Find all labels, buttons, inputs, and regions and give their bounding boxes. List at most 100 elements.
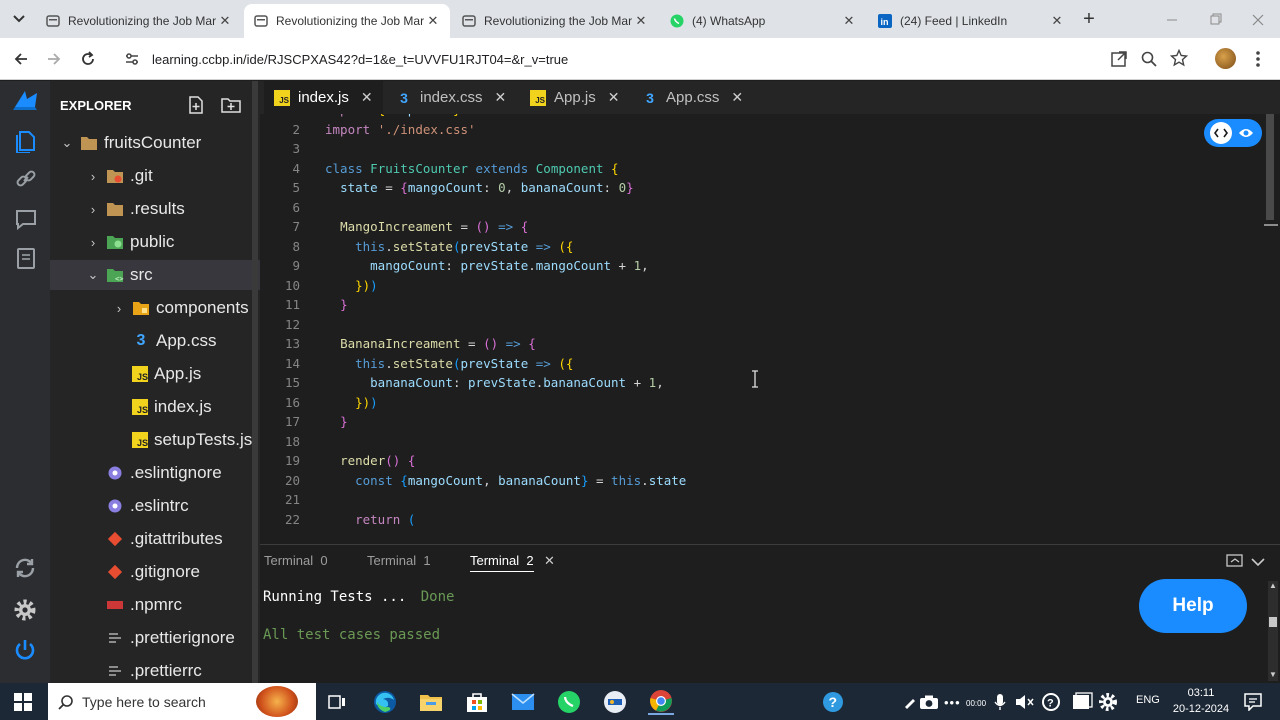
pen-tool-icon[interactable] — [902, 689, 918, 715]
code-line[interactable]: })) — [325, 278, 378, 293]
file-explorer-icon[interactable] — [418, 689, 444, 715]
editor-tab-app-css[interactable]: 3 App.css ✕ — [632, 81, 753, 114]
tree-folder-fruitscounter[interactable]: ⌄ fruitsCounter — [50, 128, 260, 158]
terminal-tab-2[interactable]: Terminal 2 — [470, 553, 534, 572]
editor-tab-index-css[interactable]: 3 index.css ✕ — [386, 81, 516, 114]
close-tab-icon[interactable]: ✕ — [634, 13, 648, 29]
tree-file-gitignore[interactable]: .gitignore — [50, 557, 260, 587]
new-tab-button[interactable]: + — [1078, 8, 1100, 30]
task-view-icon[interactable] — [324, 689, 350, 715]
explorer-files-icon[interactable] — [13, 127, 39, 154]
address-bar[interactable]: learning.ccbp.in/ide/RJSCPXAS42?d=1&e_t=… — [112, 43, 1202, 75]
close-tab-icon[interactable]: ✕ — [1050, 13, 1064, 29]
reload-icon[interactable] — [79, 50, 97, 68]
site-settings-icon[interactable] — [124, 51, 140, 67]
editor-tab-app-js[interactable]: JS App.js ✕ — [520, 81, 629, 114]
notes-icon[interactable] — [14, 246, 38, 270]
scroll-down-arrow-icon[interactable]: ▼ — [1268, 670, 1278, 679]
tree-file-gitattributes[interactable]: .gitattributes — [50, 524, 260, 554]
windows-start-icon[interactable] — [10, 689, 36, 715]
tree-folder-git[interactable]: › .git — [50, 161, 260, 191]
new-file-icon[interactable] — [186, 95, 206, 115]
tree-folder-components[interactable]: › components — [50, 293, 260, 323]
tree-folder-public[interactable]: › public — [50, 227, 260, 257]
tree-file-index-js[interactable]: JS index.js — [50, 392, 260, 422]
close-tab-icon[interactable]: ✕ — [218, 13, 232, 29]
language-indicator[interactable]: ENG — [1136, 694, 1160, 706]
code-line[interactable]: return ( — [325, 512, 415, 527]
window-icon[interactable] — [1070, 689, 1094, 715]
code-line[interactable]: mangoCount: prevState.mangoCount + 1, — [325, 258, 649, 273]
sidebar-scrollbar[interactable] — [252, 81, 258, 683]
tree-folder-results[interactable]: › .results — [50, 194, 260, 224]
eye-preview-icon[interactable] — [1235, 122, 1257, 144]
terminal-tab-0[interactable]: Terminal 0 — [264, 553, 328, 568]
code-line[interactable]: import {Component} from 'react' — [325, 114, 558, 117]
tree-file-prettierrc[interactable]: .prettierrc — [50, 656, 260, 683]
code-line[interactable]: class FruitsCounter extends Component { — [325, 161, 619, 176]
chevron-down-icon[interactable] — [1250, 555, 1266, 567]
forward-arrow-icon[interactable] — [45, 50, 63, 68]
tree-file-prettierignore[interactable]: .prettierignore — [50, 623, 260, 653]
scroll-thumb[interactable] — [1269, 617, 1277, 627]
microphone-icon[interactable] — [990, 689, 1010, 715]
close-tab-icon[interactable]: ✕ — [361, 89, 373, 106]
code-line[interactable]: const {mangoCount, bananaCount} = this.s… — [325, 473, 686, 488]
tree-folder-src[interactable]: ⌄ <> src — [50, 260, 260, 290]
refresh-sync-icon[interactable] — [12, 555, 38, 581]
close-tab-icon[interactable]: ✕ — [842, 13, 856, 29]
bookmark-star-icon[interactable] — [1169, 48, 1189, 67]
settings-gear-icon[interactable] — [12, 597, 38, 623]
preview-toggle[interactable] — [1204, 119, 1262, 147]
code-line[interactable]: render() { — [325, 453, 415, 468]
browser-tab-1[interactable]: Revolutionizing the Job Mar ✕ — [36, 4, 242, 38]
code-line[interactable]: } — [325, 297, 348, 312]
taskbar-search-box[interactable]: Type here to search — [48, 683, 316, 720]
app-shortcut-icon[interactable] — [602, 689, 628, 715]
browser-menu-icon[interactable] — [1253, 49, 1263, 69]
browser-tab-2[interactable]: Revolutionizing the Job Mar ✕ — [244, 4, 450, 38]
open-in-new-window-icon[interactable] — [1110, 50, 1128, 68]
new-folder-icon[interactable] — [220, 95, 242, 115]
tree-file-app-css[interactable]: 3 App.css — [50, 326, 260, 356]
code-line[interactable]: import './index.css' — [325, 122, 476, 137]
minimize-window-icon[interactable] — [1162, 10, 1182, 30]
tree-file-eslintignore[interactable]: .eslintignore — [50, 458, 260, 488]
close-terminal-tab-icon[interactable]: ✕ — [544, 553, 555, 569]
zoom-icon[interactable] — [1140, 50, 1158, 68]
editor-scrollbar[interactable] — [1266, 114, 1274, 220]
help-button[interactable]: Help — [1139, 579, 1247, 633]
chrome-browser-icon[interactable] — [648, 689, 674, 715]
code-line[interactable]: BananaIncreament = () => { — [325, 336, 536, 351]
code-line[interactable]: } — [325, 414, 348, 429]
close-tab-icon[interactable]: ✕ — [608, 89, 620, 106]
chat-icon[interactable] — [14, 207, 38, 231]
scroll-up-arrow-icon[interactable]: ▲ — [1268, 581, 1278, 590]
mail-icon[interactable] — [510, 689, 536, 715]
power-icon[interactable] — [12, 637, 38, 663]
code-line[interactable]: })) — [325, 395, 378, 410]
whatsapp-app-icon[interactable] — [556, 689, 582, 715]
link-icon[interactable] — [14, 167, 38, 191]
back-arrow-icon[interactable] — [12, 50, 30, 68]
code-view-icon[interactable] — [1209, 122, 1232, 144]
notifications-icon[interactable] — [1240, 689, 1266, 715]
code-line[interactable]: state = {mangoCount: 0, bananaCount: 0} — [325, 180, 634, 195]
terminal-scrollbar[interactable]: ▲ ▼ — [1268, 581, 1278, 681]
code-line[interactable]: this.setState(prevState => ({ — [325, 239, 573, 254]
microsoft-store-icon[interactable] — [464, 689, 490, 715]
terminal-tab-1[interactable]: Terminal 1 — [367, 553, 431, 568]
edge-browser-icon[interactable] — [372, 689, 398, 715]
tree-file-app-js[interactable]: JS App.js — [50, 359, 260, 389]
editor-tab-index-js[interactable]: JS index.js ✕ — [264, 81, 383, 114]
camera-icon[interactable] — [918, 689, 940, 715]
maximize-panel-icon[interactable] — [1226, 554, 1244, 568]
tree-file-npmrc[interactable]: .npmrc — [50, 590, 260, 620]
speaker-muted-icon[interactable] — [1014, 689, 1036, 715]
close-tab-icon[interactable]: ✕ — [426, 13, 440, 29]
code-line[interactable]: bananaCount: prevState.bananaCount + 1, — [325, 375, 664, 390]
tree-file-eslintrc[interactable]: .eslintrc — [50, 491, 260, 521]
settings-gear-icon[interactable] — [1096, 689, 1120, 715]
browser-tab-linkedin[interactable]: in (24) Feed | LinkedIn ✕ — [868, 4, 1074, 38]
code-line[interactable]: MangoIncreament = () => { — [325, 219, 528, 234]
